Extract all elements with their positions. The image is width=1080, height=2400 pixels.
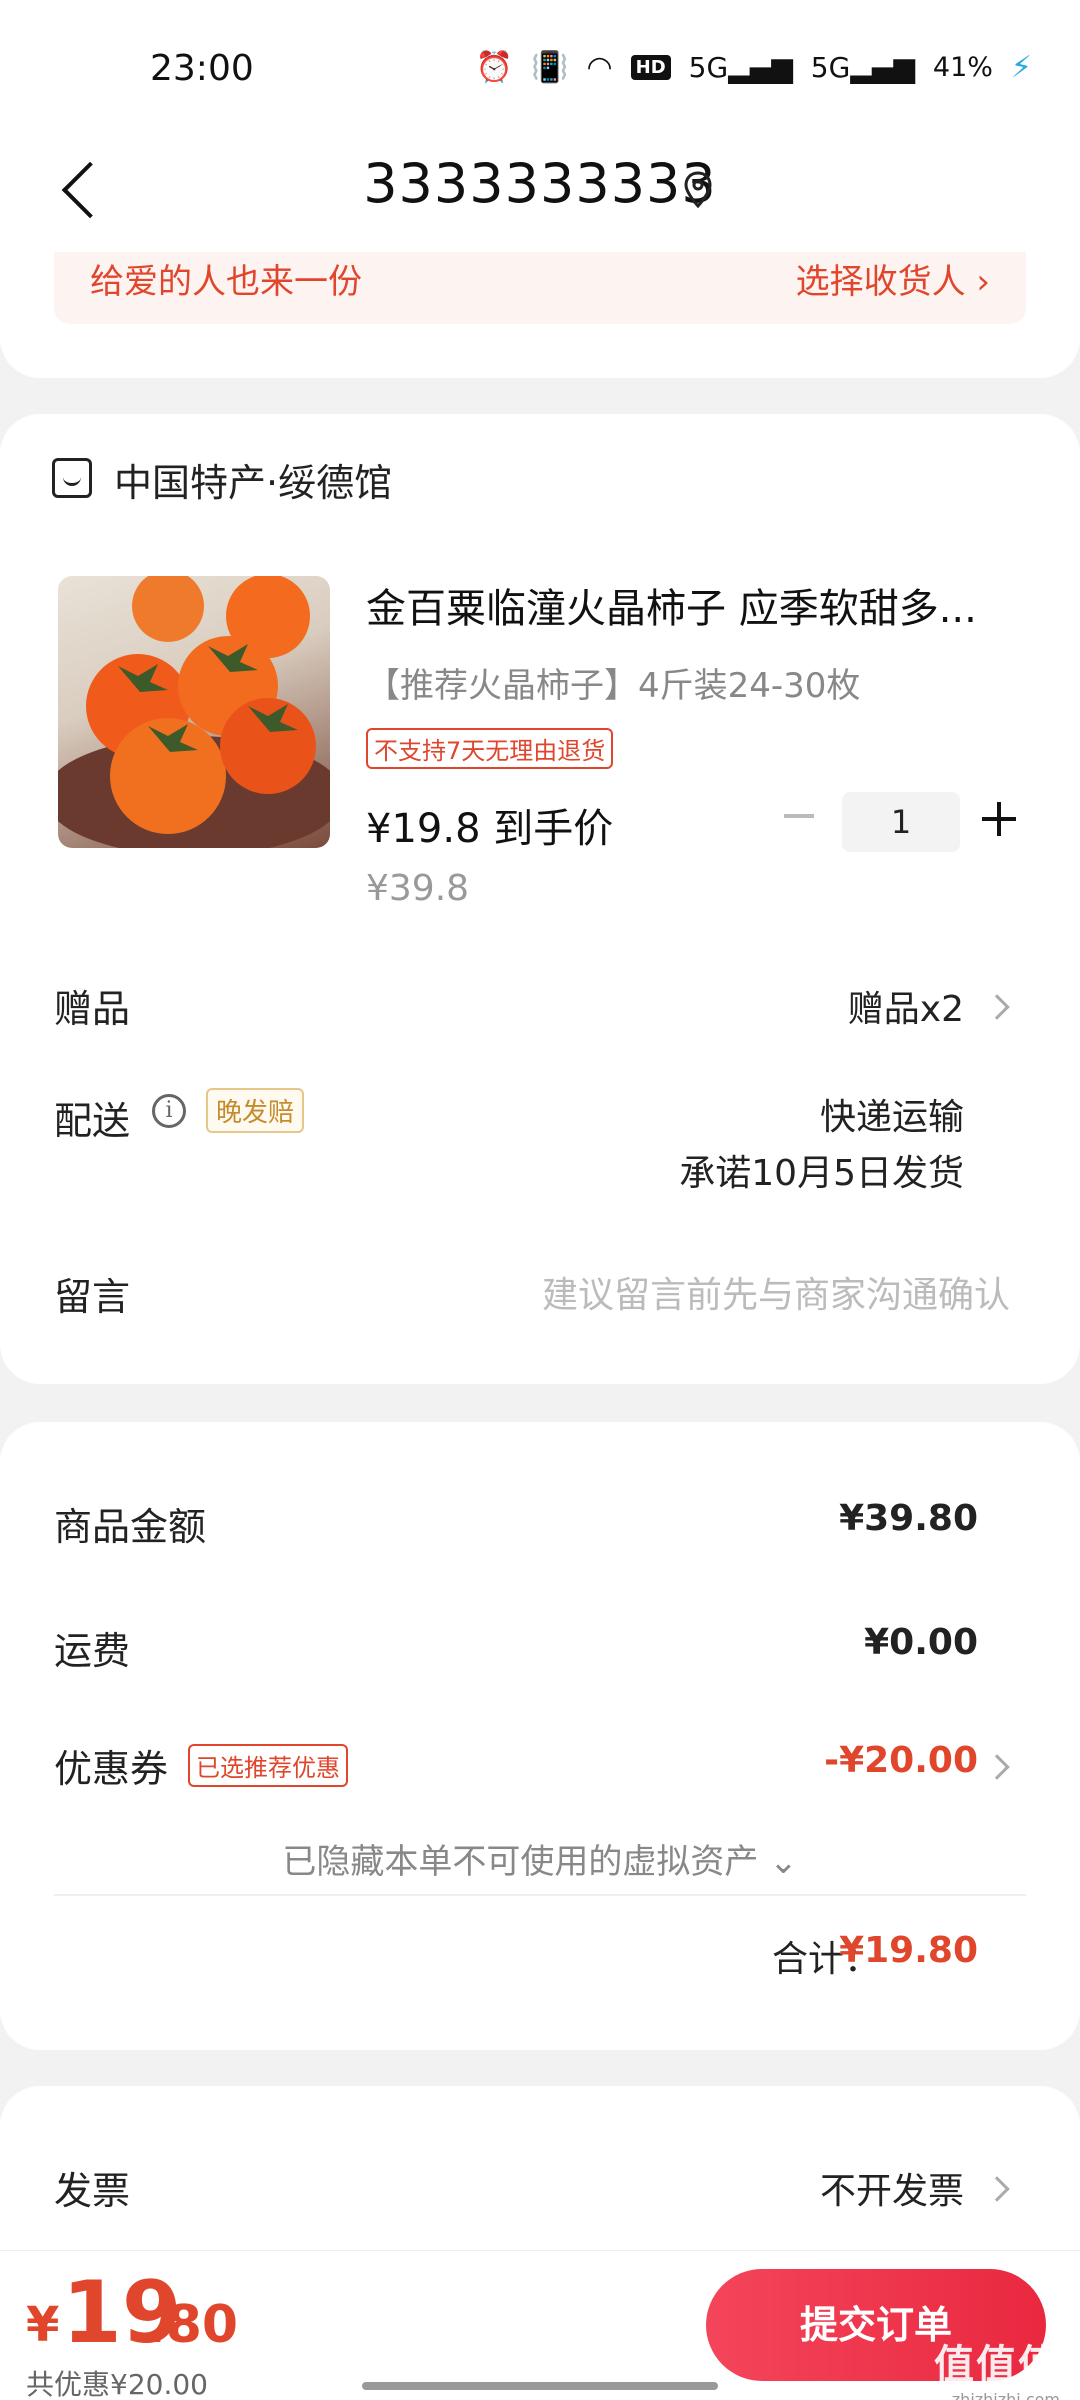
pay-amount-decimal: .80 <box>146 2295 239 2355</box>
note-input[interactable]: 建议留言前先与商家沟通确认 <box>542 1266 1010 1318</box>
status-icons: ⏰ 📳 ◠ HD 5G▂▄▆ 5G▂▄▆ 41% ⚡ <box>476 50 1032 85</box>
wifi-icon: ◠ <box>586 50 613 85</box>
persimmon-illustration <box>58 576 330 848</box>
signal-5g-icon: 5G▂▄▆ <box>688 51 793 84</box>
location-pin-icon[interactable] <box>682 170 714 210</box>
signal-5g-icon-2: 5G▂▄▆ <box>810 51 915 84</box>
divider <box>54 1894 1026 1896</box>
info-icon[interactable]: i <box>152 1094 186 1128</box>
invoice-value[interactable]: 不开发票 <box>820 2162 964 2214</box>
invoice-label: 发票 <box>54 2169 131 2213</box>
chevron-right-icon[interactable] <box>984 994 1010 1020</box>
watermark-url: zhizhizhi.com <box>951 2390 1060 2400</box>
goods-amount-label: 商品金额 <box>54 1505 207 1549</box>
charging-icon: ⚡ <box>1010 50 1032 85</box>
delivery-label: 配送 <box>54 1099 131 1143</box>
shop-name[interactable]: 中国特产·绥德馆 <box>114 452 392 507</box>
coupon-badge: 已选推荐优惠 <box>188 1744 348 1787</box>
shop-icon <box>52 458 92 498</box>
gift-label: 赠品 <box>54 987 131 1031</box>
hd-icon: HD <box>630 55 671 80</box>
alarm-icon: ⏰ <box>475 50 514 85</box>
product-price: ¥19.8 到手价 <box>366 806 614 852</box>
chevron-right-icon[interactable] <box>984 2176 1010 2202</box>
shipping-label: 运费 <box>54 1629 131 1673</box>
battery-level: 41% <box>932 52 993 83</box>
quantity-input[interactable]: 1 <box>842 792 960 852</box>
chevron-right-icon[interactable] <box>984 1754 1010 1780</box>
quantity-increase-button[interactable] <box>982 802 1016 836</box>
note-label: 留言 <box>54 1275 131 1319</box>
pay-currency: ¥ <box>26 2297 60 2353</box>
order-card: 中国特产·绥德馆 金百粟临潼火晶柿子 应季软甜多... 【推荐火晶柿子】4斤装2… <box>0 414 1080 1384</box>
product-image[interactable] <box>58 576 330 848</box>
home-indicator[interactable] <box>362 2382 718 2390</box>
page-title: 3333333333 <box>363 152 717 215</box>
shipping-value: ¥0.00 <box>864 1622 978 1663</box>
gift-banner[interactable]: 给爱的人也来一份 选择收货人 › <box>54 252 1026 324</box>
watermark: 值值值 zhizhizhi.com <box>890 2332 1060 2400</box>
gift-banner-text: 给爱的人也来一份 <box>90 262 362 302</box>
page-header: 3333333333 <box>0 130 1080 252</box>
coupon-label: 优惠券 <box>54 1747 169 1791</box>
gift-value[interactable]: 赠品x2 <box>848 980 964 1032</box>
late-compensation-badge: 晚发赔 <box>206 1088 305 1133</box>
hidden-assets-toggle[interactable]: 已隐藏本单不可使用的虚拟资产 ⌄ <box>0 1834 1080 1883</box>
total-value: ¥19.80 <box>839 1930 978 1971</box>
quantity-decrease-button[interactable] <box>784 814 814 818</box>
delivery-promise: 承诺10月5日发货 <box>679 1153 964 1194</box>
status-bar: 23:00 ⏰ 📳 ◠ HD 5G▂▄▆ 5G▂▄▆ 41% ⚡ <box>0 0 1080 130</box>
vibrate-icon: 📳 <box>531 50 569 85</box>
amount-card: 商品金额 ¥39.80 运费 ¥0.00 优惠券 已选推荐优惠 -¥20.00 … <box>0 1422 1080 2050</box>
no-return-tag: 不支持7天无理由退货 <box>366 728 614 769</box>
address-card: 给爱的人也来一份 选择收货人 › <box>0 252 1080 378</box>
product-original-price: ¥39.8 <box>366 868 470 909</box>
delivery-method: 快递运输 <box>819 1097 964 1138</box>
total-saved: 共优惠¥20.00 <box>26 2368 208 2400</box>
goods-amount-value: ¥39.80 <box>839 1498 978 1539</box>
product-title[interactable]: 金百粟临潼火晶柿子 应季软甜多... <box>366 576 1006 634</box>
product-spec[interactable]: 【推荐火晶柿子】4斤装24-30枚 <box>366 658 860 707</box>
choose-recipient-link[interactable]: 选择收货人 › <box>796 254 990 303</box>
watermark-logo: 值值值 <box>934 2342 1060 2388</box>
status-time: 23:00 <box>150 48 254 89</box>
coupon-value[interactable]: -¥20.00 <box>824 1740 978 1781</box>
